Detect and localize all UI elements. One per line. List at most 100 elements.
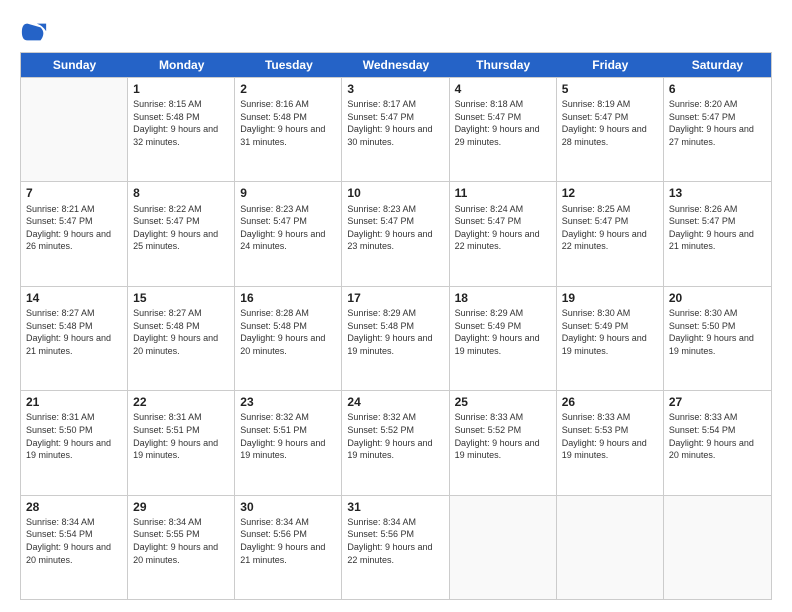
cell-info: Sunrise: 8:21 AMSunset: 5:47 PMDaylight:…: [26, 203, 122, 253]
calendar-cell: 2Sunrise: 8:16 AMSunset: 5:48 PMDaylight…: [235, 78, 342, 181]
cell-info: Sunrise: 8:33 AMSunset: 5:53 PMDaylight:…: [562, 411, 658, 461]
day-number: 11: [455, 185, 551, 201]
cell-info: Sunrise: 8:23 AMSunset: 5:47 PMDaylight:…: [240, 203, 336, 253]
day-number: 17: [347, 290, 443, 306]
calendar-cell: 21Sunrise: 8:31 AMSunset: 5:50 PMDayligh…: [21, 391, 128, 494]
calendar-cell: [664, 496, 771, 599]
day-number: 23: [240, 394, 336, 410]
day-number: 3: [347, 81, 443, 97]
cell-info: Sunrise: 8:20 AMSunset: 5:47 PMDaylight:…: [669, 98, 766, 148]
calendar-cell: 15Sunrise: 8:27 AMSunset: 5:48 PMDayligh…: [128, 287, 235, 390]
calendar-cell: 5Sunrise: 8:19 AMSunset: 5:47 PMDaylight…: [557, 78, 664, 181]
day-number: 13: [669, 185, 766, 201]
calendar-row: 21Sunrise: 8:31 AMSunset: 5:50 PMDayligh…: [21, 390, 771, 494]
day-number: 27: [669, 394, 766, 410]
calendar-cell: 1Sunrise: 8:15 AMSunset: 5:48 PMDaylight…: [128, 78, 235, 181]
calendar-row: 14Sunrise: 8:27 AMSunset: 5:48 PMDayligh…: [21, 286, 771, 390]
day-number: 19: [562, 290, 658, 306]
calendar-cell: 25Sunrise: 8:33 AMSunset: 5:52 PMDayligh…: [450, 391, 557, 494]
calendar-cell: 18Sunrise: 8:29 AMSunset: 5:49 PMDayligh…: [450, 287, 557, 390]
cell-info: Sunrise: 8:22 AMSunset: 5:47 PMDaylight:…: [133, 203, 229, 253]
cell-info: Sunrise: 8:34 AMSunset: 5:56 PMDaylight:…: [240, 516, 336, 566]
calendar-body: 1Sunrise: 8:15 AMSunset: 5:48 PMDaylight…: [21, 77, 771, 599]
calendar-cell: 30Sunrise: 8:34 AMSunset: 5:56 PMDayligh…: [235, 496, 342, 599]
calendar-cell: [557, 496, 664, 599]
cell-info: Sunrise: 8:32 AMSunset: 5:51 PMDaylight:…: [240, 411, 336, 461]
cell-info: Sunrise: 8:33 AMSunset: 5:54 PMDaylight:…: [669, 411, 766, 461]
logo: [20, 18, 52, 46]
cell-info: Sunrise: 8:33 AMSunset: 5:52 PMDaylight:…: [455, 411, 551, 461]
calendar-cell: 27Sunrise: 8:33 AMSunset: 5:54 PMDayligh…: [664, 391, 771, 494]
header-day: Wednesday: [342, 53, 449, 77]
cell-info: Sunrise: 8:31 AMSunset: 5:50 PMDaylight:…: [26, 411, 122, 461]
day-number: 15: [133, 290, 229, 306]
calendar-cell: 10 Sunrise: 8:23 AMSunset: 5:47 PMDayligh…: [342, 182, 449, 285]
calendar-cell: 23Sunrise: 8:32 AMSunset: 5:51 PMDayligh…: [235, 391, 342, 494]
cell-info: Sunrise: 8:34 AMSunset: 5:56 PMDaylight:…: [347, 516, 443, 566]
day-number: 16: [240, 290, 336, 306]
cell-info: Sunrise: 8:34 AMSunset: 5:55 PMDaylight:…: [133, 516, 229, 566]
calendar-cell: 6Sunrise: 8:20 AMSunset: 5:47 PMDaylight…: [664, 78, 771, 181]
calendar-cell: 29Sunrise: 8:34 AMSunset: 5:55 PMDayligh…: [128, 496, 235, 599]
cell-info: Sunrise: 8:19 AMSunset: 5:47 PMDaylight:…: [562, 98, 658, 148]
day-number: 28: [26, 499, 122, 515]
day-number: 5: [562, 81, 658, 97]
day-number: 2: [240, 81, 336, 97]
day-number: 24: [347, 394, 443, 410]
calendar-cell: 16Sunrise: 8:28 AMSunset: 5:48 PMDayligh…: [235, 287, 342, 390]
page: SundayMondayTuesdayWednesdayThursdayFrid…: [0, 0, 792, 612]
cell-info: Sunrise: 8:29 AMSunset: 5:49 PMDaylight:…: [455, 307, 551, 357]
day-number: 31: [347, 499, 443, 515]
calendar-row: 28Sunrise: 8:34 AMSunset: 5:54 PMDayligh…: [21, 495, 771, 599]
calendar: SundayMondayTuesdayWednesdayThursdayFrid…: [20, 52, 772, 600]
calendar-cell: 26Sunrise: 8:33 AMSunset: 5:53 PMDayligh…: [557, 391, 664, 494]
calendar-cell: 9 Sunrise: 8:23 AMSunset: 5:47 PMDaylight…: [235, 182, 342, 285]
cell-info: Sunrise: 8:17 AMSunset: 5:47 PMDaylight:…: [347, 98, 443, 148]
day-number: 25: [455, 394, 551, 410]
calendar-cell: [450, 496, 557, 599]
header-day: Saturday: [664, 53, 771, 77]
cell-info: Sunrise: 8:15 AMSunset: 5:48 PMDaylight:…: [133, 98, 229, 148]
header-day: Sunday: [21, 53, 128, 77]
calendar-cell: 3Sunrise: 8:17 AMSunset: 5:47 PMDaylight…: [342, 78, 449, 181]
cell-info: Sunrise: 8:34 AMSunset: 5:54 PMDaylight:…: [26, 516, 122, 566]
calendar-cell: 28Sunrise: 8:34 AMSunset: 5:54 PMDayligh…: [21, 496, 128, 599]
calendar-cell: 22Sunrise: 8:31 AMSunset: 5:51 PMDayligh…: [128, 391, 235, 494]
day-number: 14: [26, 290, 122, 306]
day-number: 20: [669, 290, 766, 306]
day-number: 29: [133, 499, 229, 515]
day-number: 30: [240, 499, 336, 515]
day-number: 26: [562, 394, 658, 410]
cell-info: Sunrise: 8:30 AMSunset: 5:49 PMDaylight:…: [562, 307, 658, 357]
day-number: 8: [133, 185, 229, 201]
calendar-row: 7 Sunrise: 8:21 AMSunset: 5:47 PMDaylight…: [21, 181, 771, 285]
calendar-cell: 17Sunrise: 8:29 AMSunset: 5:48 PMDayligh…: [342, 287, 449, 390]
calendar-cell: 31Sunrise: 8:34 AMSunset: 5:56 PMDayligh…: [342, 496, 449, 599]
cell-info: Sunrise: 8:28 AMSunset: 5:48 PMDaylight:…: [240, 307, 336, 357]
cell-info: Sunrise: 8:29 AMSunset: 5:48 PMDaylight:…: [347, 307, 443, 357]
cell-info: Sunrise: 8:24 AMSunset: 5:47 PMDaylight:…: [455, 203, 551, 253]
calendar-cell: 20Sunrise: 8:30 AMSunset: 5:50 PMDayligh…: [664, 287, 771, 390]
calendar-cell: 19Sunrise: 8:30 AMSunset: 5:49 PMDayligh…: [557, 287, 664, 390]
calendar-cell: [21, 78, 128, 181]
day-number: 4: [455, 81, 551, 97]
day-number: 9: [240, 185, 336, 201]
day-number: 10: [347, 185, 443, 201]
calendar-cell: 13Sunrise: 8:26 AMSunset: 5:47 PMDayligh…: [664, 182, 771, 285]
cell-info: Sunrise: 8:18 AMSunset: 5:47 PMDaylight:…: [455, 98, 551, 148]
cell-info: Sunrise: 8:16 AMSunset: 5:48 PMDaylight:…: [240, 98, 336, 148]
cell-info: Sunrise: 8:23 AMSunset: 5:47 PMDaylight:…: [347, 203, 443, 253]
cell-info: Sunrise: 8:30 AMSunset: 5:50 PMDaylight:…: [669, 307, 766, 357]
header-day: Tuesday: [235, 53, 342, 77]
cell-info: Sunrise: 8:31 AMSunset: 5:51 PMDaylight:…: [133, 411, 229, 461]
calendar-row: 1Sunrise: 8:15 AMSunset: 5:48 PMDaylight…: [21, 77, 771, 181]
calendar-cell: 11 Sunrise: 8:24 AMSunset: 5:47 PMDayligh…: [450, 182, 557, 285]
cell-info: Sunrise: 8:27 AMSunset: 5:48 PMDaylight:…: [26, 307, 122, 357]
header-day: Monday: [128, 53, 235, 77]
day-number: 6: [669, 81, 766, 97]
calendar-cell: 4Sunrise: 8:18 AMSunset: 5:47 PMDaylight…: [450, 78, 557, 181]
day-number: 7: [26, 185, 122, 201]
header: [20, 18, 772, 46]
day-number: 12: [562, 185, 658, 201]
day-number: 1: [133, 81, 229, 97]
